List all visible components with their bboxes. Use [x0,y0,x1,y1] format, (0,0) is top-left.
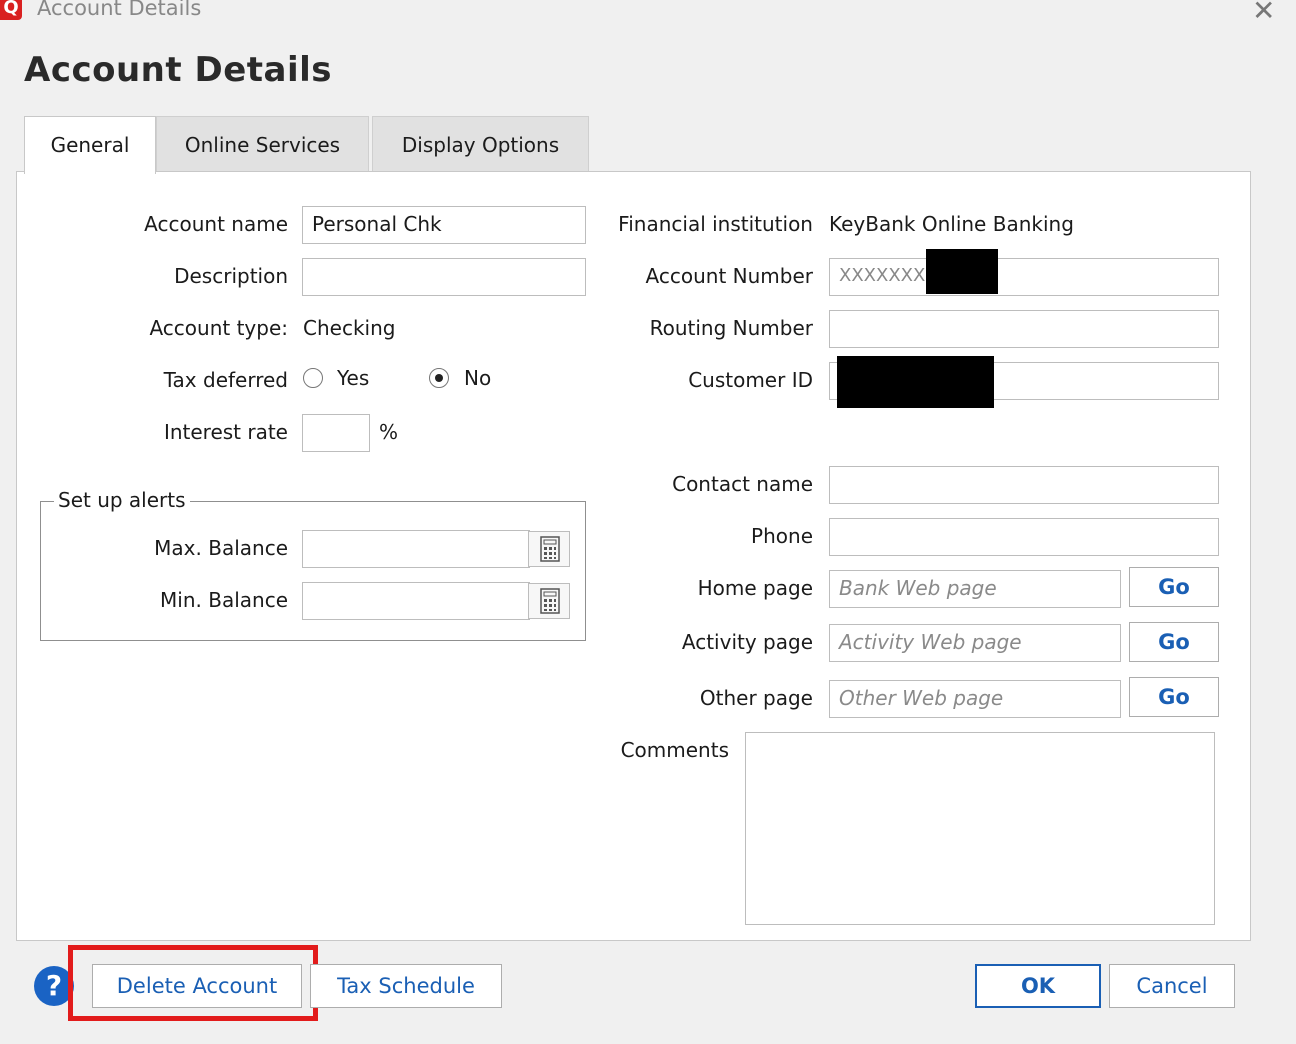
account-type-value: Checking [303,316,396,340]
tax-deferred-no-label: No [464,366,492,390]
account-type-label: Account type: [149,316,288,340]
tax-schedule-button[interactable]: Tax Schedule [310,964,502,1008]
tab-display-options[interactable]: Display Options [372,116,589,172]
customer-id-label: Customer ID [688,368,813,392]
account-name-input[interactable]: Personal Chk [302,206,586,244]
financial-institution-value: KeyBank Online Banking [829,212,1074,236]
percent-unit: % [379,420,399,444]
interest-rate-input[interactable] [302,414,370,452]
app-logo-icon: Q [0,0,22,20]
account-number-input[interactable]: XXXXXXX [829,258,1219,296]
routing-number-label: Routing Number [649,316,813,340]
ok-button[interactable]: OK [975,964,1101,1008]
comments-textarea[interactable] [745,732,1215,925]
other-page-go-button[interactable]: Go [1129,677,1219,717]
page-title: Account Details [24,50,333,90]
close-icon[interactable]: ✕ [1252,0,1275,27]
phone-label: Phone [751,524,813,548]
min-balance-label: Min. Balance [160,588,288,612]
phone-input[interactable] [829,518,1219,556]
description-label: Description [174,264,288,288]
tax-deferred-label: Tax deferred [163,368,288,392]
tax-deferred-yes-label: Yes [337,366,370,390]
interest-rate-label: Interest rate [163,420,288,444]
highlight-box [68,945,318,1021]
contact-name-input[interactable] [829,466,1219,504]
tab-online-services[interactable]: Online Services [156,116,369,172]
home-page-input[interactable]: Bank Web page [829,570,1121,608]
alerts-group-title: Set up alerts [54,488,190,512]
tax-deferred-yes-radio[interactable] [303,368,323,388]
activity-page-label: Activity page [681,630,813,654]
tab-general[interactable]: General [24,116,156,174]
alerts-groupbox [40,501,586,641]
account-number-label: Account Number [645,264,813,288]
redaction-block [837,356,994,408]
min-balance-input[interactable] [302,582,530,620]
other-page-label: Other page [699,686,813,710]
financial-institution-label: Financial institution [618,212,813,236]
max-balance-label: Max. Balance [154,536,288,560]
contact-name-label: Contact name [672,472,813,496]
radio-selected-dot [435,374,443,382]
max-balance-input[interactable] [302,530,530,568]
routing-number-input[interactable] [829,310,1219,348]
home-page-go-button[interactable]: Go [1129,567,1219,607]
home-page-label: Home page [697,576,813,600]
activity-page-go-button[interactable]: Go [1129,622,1219,662]
other-page-input[interactable]: Other Web page [829,680,1121,718]
activity-page-input[interactable]: Activity Web page [829,624,1121,662]
tax-deferred-no-radio[interactable] [429,368,449,388]
cancel-button[interactable]: Cancel [1109,964,1235,1008]
description-input[interactable] [302,258,586,296]
window-title: Account Details [37,0,202,20]
account-name-label: Account name [144,212,288,236]
comments-label: Comments [620,738,729,762]
redaction-block [926,249,998,294]
